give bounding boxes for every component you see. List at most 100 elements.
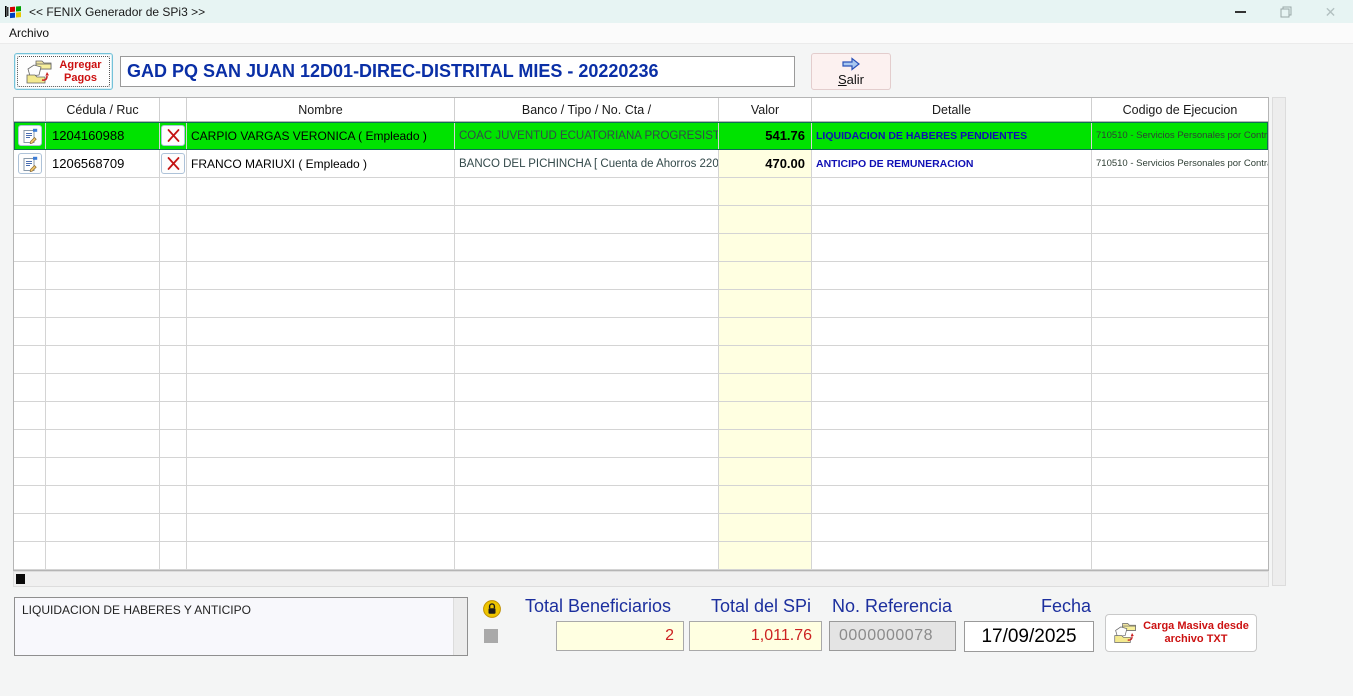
codigo-cell <box>1092 290 1268 318</box>
grey-indicator-button[interactable] <box>484 629 498 643</box>
edit-cell <box>14 514 46 542</box>
header-cedula[interactable]: Cédula / Ruc <box>46 98 160 122</box>
window-title: << FENIX Generador de SPi3 >> <box>29 5 205 19</box>
detalle-cell <box>812 206 1092 234</box>
agregar-pagos-label: Agregar Pagos <box>59 59 101 84</box>
fenix-spi3-window: << FENIX Generador de SPi3 >> ✕ Archivo <box>0 0 1353 696</box>
payment-row[interactable]: 1206568709 FRANCO MARIUXI ( Empleado )BA… <box>14 150 1268 178</box>
header-codigo[interactable]: Codigo de Ejecucion <box>1092 98 1268 122</box>
beneficiario-nombre-input[interactable] <box>120 56 795 87</box>
folders-load-icon <box>1113 620 1139 646</box>
valor-cell <box>719 178 812 206</box>
banco-cell <box>455 178 719 206</box>
edit-payment-button[interactable] <box>18 153 42 174</box>
empty-row[interactable] <box>14 374 1268 402</box>
form-edit-icon <box>22 156 38 172</box>
banco-cell <box>455 430 719 458</box>
cedula-cell <box>46 262 160 290</box>
fecha-input[interactable] <box>964 621 1094 652</box>
empty-row[interactable] <box>14 262 1268 290</box>
edit-cell <box>14 318 46 346</box>
banco-cell <box>455 234 719 262</box>
folders-add-icon <box>25 58 55 86</box>
form-edit-icon <box>22 128 38 144</box>
grid-vertical-scrollbar[interactable] <box>1272 97 1286 586</box>
grid-horizontal-scrollbar[interactable] <box>13 571 1269 587</box>
edit-cell <box>14 486 46 514</box>
header-banco[interactable]: Banco / Tipo / No. Cta / <box>455 98 719 122</box>
header-valor[interactable]: Valor <box>719 98 812 122</box>
delete-payment-button[interactable] <box>161 153 185 174</box>
nombre-cell <box>187 206 455 234</box>
cedula-cell <box>46 430 160 458</box>
codigo-cell <box>1092 346 1268 374</box>
codigo-cell <box>1092 402 1268 430</box>
empty-row[interactable] <box>14 514 1268 542</box>
minimize-button[interactable] <box>1218 0 1263 23</box>
banco-cell <box>455 514 719 542</box>
edit-cell <box>14 374 46 402</box>
banco-cell <box>455 374 719 402</box>
carga-masiva-button[interactable]: Carga Masiva desde archivo TXT <box>1105 614 1257 652</box>
empty-row[interactable] <box>14 542 1268 570</box>
descripcion-scrollbar[interactable] <box>453 598 467 655</box>
delete-cell <box>160 514 187 542</box>
delete-cell <box>160 430 187 458</box>
close-icon: ✕ <box>1325 5 1337 19</box>
cedula-cell <box>46 374 160 402</box>
delete-cell <box>160 374 187 402</box>
delete-cell <box>160 262 187 290</box>
empty-row[interactable] <box>14 178 1268 206</box>
grid-header: Cédula / Ruc Nombre Banco / Tipo / No. C… <box>14 98 1268 122</box>
codigo-cell <box>1092 318 1268 346</box>
lock-icon[interactable] <box>483 600 501 618</box>
edit-payment-button[interactable] <box>18 125 42 146</box>
edit-cell <box>14 122 46 150</box>
empty-row[interactable] <box>14 318 1268 346</box>
codigo-cell <box>1092 514 1268 542</box>
salir-button[interactable]: Salir <box>811 53 891 90</box>
valor-cell <box>719 346 812 374</box>
agregar-pagos-button[interactable]: Agregar Pagos <box>14 53 113 90</box>
empty-row[interactable] <box>14 290 1268 318</box>
cedula-cell <box>46 206 160 234</box>
empty-row[interactable] <box>14 486 1268 514</box>
cedula-cell <box>46 458 160 486</box>
cedula-cell <box>46 402 160 430</box>
detalle-cell <box>812 234 1092 262</box>
payments-grid: Cédula / Ruc Nombre Banco / Tipo / No. C… <box>13 97 1269 571</box>
nombre-cell <box>187 318 455 346</box>
empty-row[interactable] <box>14 206 1268 234</box>
nombre-cell: FRANCO MARIUXI ( Empleado ) <box>187 150 455 178</box>
empty-row[interactable] <box>14 458 1268 486</box>
nombre-cell <box>187 346 455 374</box>
nombre-cell <box>187 374 455 402</box>
descripcion-textarea[interactable]: LIQUIDACION DE HABERES Y ANTICIPO <box>14 597 468 656</box>
header-nombre[interactable]: Nombre <box>187 98 455 122</box>
restore-button[interactable] <box>1263 0 1308 23</box>
header-detalle[interactable]: Detalle <box>812 98 1092 122</box>
codigo-cell <box>1092 374 1268 402</box>
cedula-cell <box>46 234 160 262</box>
menu-archivo[interactable]: Archivo <box>0 23 58 43</box>
empty-row[interactable] <box>14 430 1268 458</box>
cedula-cell <box>46 346 160 374</box>
nombre-cell: CARPIO VARGAS VERONICA ( Empleado ) <box>187 122 455 150</box>
total-spi-value: 1,011.76 <box>689 621 822 651</box>
edit-cell <box>14 262 46 290</box>
empty-row[interactable] <box>14 346 1268 374</box>
delete-payment-button[interactable] <box>161 125 185 146</box>
empty-row[interactable] <box>14 402 1268 430</box>
nombre-cell <box>187 458 455 486</box>
header-edit-col <box>14 98 46 122</box>
payment-row[interactable]: 1204160988 CARPIO VARGAS VERONICA ( Empl… <box>14 122 1268 150</box>
empty-row[interactable] <box>14 234 1268 262</box>
delete-cell <box>160 178 187 206</box>
detalle-cell <box>812 458 1092 486</box>
close-button[interactable]: ✕ <box>1308 0 1353 23</box>
valor-cell <box>719 542 812 570</box>
edit-cell <box>14 234 46 262</box>
hscroll-thumb[interactable] <box>16 574 25 584</box>
restore-icon <box>1280 6 1292 18</box>
delete-cell <box>160 486 187 514</box>
